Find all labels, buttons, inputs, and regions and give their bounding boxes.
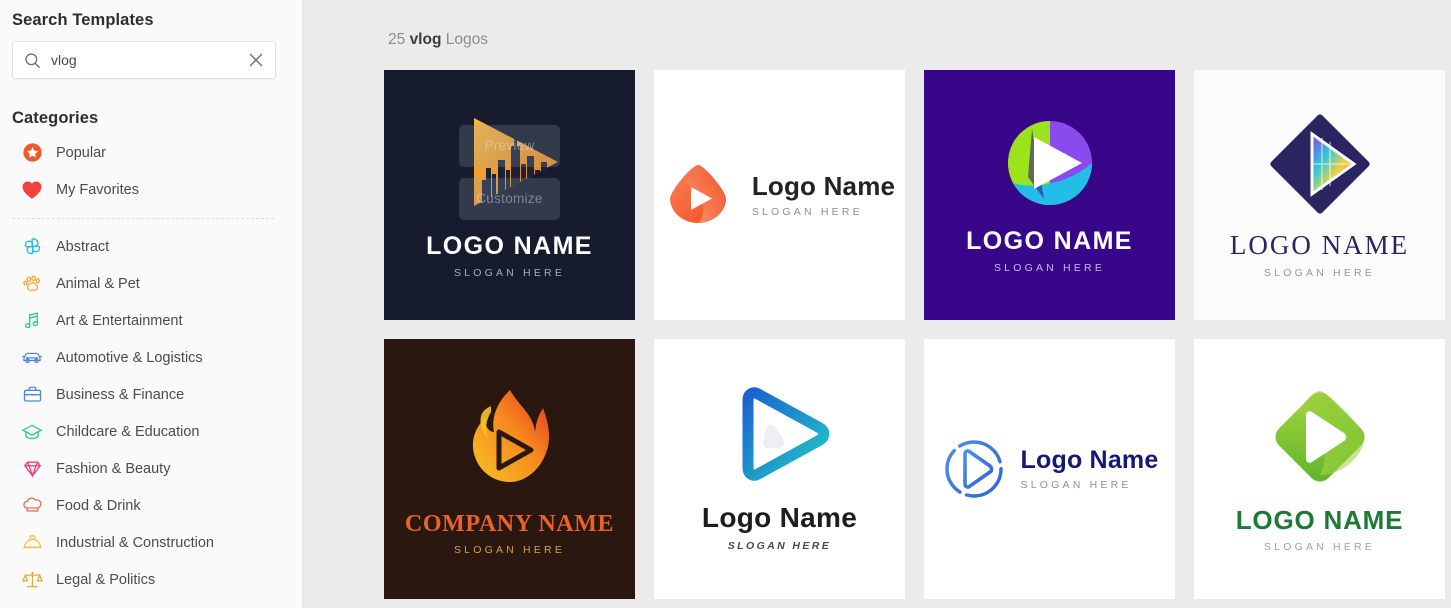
logo-slogan: SLOGAN HERE	[454, 545, 565, 556]
chef-hat-icon	[21, 495, 43, 517]
play-triangle-orange-icon	[664, 161, 732, 229]
music-note-icon	[21, 310, 43, 332]
briefcase-icon	[21, 384, 43, 406]
search-section	[0, 30, 302, 79]
paw-print-icon	[21, 273, 43, 295]
play-flame-icon	[461, 382, 559, 492]
template-grid: LOGO NAME SLOGAN HERE Preview Customize	[384, 70, 1451, 599]
sidebar-item-childcare-education[interactable]: Childcare & Education	[0, 413, 302, 450]
sidebar-item-label: Food & Drink	[56, 498, 141, 514]
template-card[interactable]: LOGO NAME SLOGAN HERE Preview Customize	[384, 70, 635, 320]
logo-slogan: SLOGAN HERE	[1264, 268, 1375, 279]
graduation-cap-icon	[21, 421, 43, 443]
sidebar-item-label: Art & Entertainment	[56, 313, 183, 329]
logo-name: COMPANY NAME	[405, 512, 614, 536]
play-triangle-outline-blue-icon	[728, 386, 832, 482]
sidebar-item-label: Abstract	[56, 239, 109, 255]
play-diamond-gradient-icon	[1268, 112, 1372, 216]
results-keyword: vlog	[410, 31, 442, 48]
sidebar: Search Templates Categories	[0, 0, 303, 608]
sidebar-item-label: Animal & Pet	[56, 276, 140, 292]
logo-name: Logo Name	[1021, 448, 1159, 473]
play-circle-multicolor-icon	[1004, 117, 1096, 209]
logo-name: LOGO NAME	[1230, 232, 1409, 259]
sidebar-item-fashion-beauty[interactable]: Fashion & Beauty	[0, 450, 302, 487]
sidebar-divider	[12, 218, 274, 219]
play-diamond-green-icon	[1268, 385, 1372, 489]
close-icon[interactable]	[247, 51, 265, 69]
category-list: Popular My Favorites	[0, 128, 302, 598]
logo-name: Logo Name	[752, 173, 895, 199]
card-hover-overlay: Preview Customize	[384, 70, 635, 320]
customize-button[interactable]: Customize	[459, 178, 560, 220]
sidebar-item-label: Automotive & Logistics	[56, 350, 203, 366]
results-count: 25	[388, 31, 405, 48]
sidebar-item-food-drink[interactable]: Food & Drink	[0, 487, 302, 524]
logo-name: LOGO NAME	[966, 229, 1133, 254]
sidebar-item-animal-pet[interactable]: Animal & Pet	[0, 265, 302, 302]
search-input[interactable]	[51, 52, 247, 68]
template-browser-app: Search Templates Categories	[0, 0, 1451, 608]
logo-name: LOGO NAME	[1236, 507, 1404, 533]
scales-of-justice-icon	[21, 569, 43, 591]
search-icon	[24, 52, 41, 69]
sidebar-item-art-entertainment[interactable]: Art & Entertainment	[0, 302, 302, 339]
sidebar-item-label: My Favorites	[56, 182, 139, 198]
results-summary: 25 vlog Logos	[303, 0, 1451, 49]
sidebar-item-label: Legal & Politics	[56, 572, 155, 588]
abstract-pinwheel-icon	[21, 236, 43, 258]
categories-heading: Categories	[0, 79, 302, 128]
search-box[interactable]	[12, 41, 276, 79]
template-card[interactable]: Logo Name SLOGAN HERE	[924, 339, 1175, 599]
logo-slogan: SLOGAN HERE	[728, 541, 831, 552]
sidebar-item-abstract[interactable]: Abstract	[0, 228, 302, 265]
results-suffix: Logos	[446, 31, 488, 48]
diamond-gem-icon	[21, 458, 43, 480]
sidebar-item-legal-politics[interactable]: Legal & Politics	[0, 561, 302, 598]
sidebar-item-label: Fashion & Beauty	[56, 461, 170, 477]
page-title: Search Templates	[0, 0, 302, 30]
logo-slogan: SLOGAN HERE	[994, 263, 1105, 274]
sidebar-item-automotive-logistics[interactable]: Automotive & Logistics	[0, 339, 302, 376]
preview-button[interactable]: Preview	[459, 125, 560, 167]
main-content: 25 vlog Logos	[303, 0, 1451, 608]
template-card[interactable]: LOGO NAME SLOGAN HERE	[924, 70, 1175, 320]
sidebar-item-industrial-construction[interactable]: Industrial & Construction	[0, 524, 302, 561]
sidebar-item-popular[interactable]: Popular	[0, 134, 302, 171]
car-icon	[21, 347, 43, 369]
logo-slogan: SLOGAN HERE	[1021, 480, 1132, 491]
play-circle-outline-blue-icon	[941, 436, 1007, 502]
sidebar-item-my-favorites[interactable]: My Favorites	[0, 171, 302, 208]
template-card[interactable]: Logo Name SLOGAN HERE	[654, 70, 905, 320]
template-card[interactable]: LOGO NAME SLOGAN HERE	[1194, 339, 1445, 599]
logo-slogan: SLOGAN HERE	[1264, 542, 1375, 553]
star-badge-icon	[21, 142, 43, 164]
logo-name: Logo Name	[702, 504, 857, 532]
template-card[interactable]: LOGO NAME SLOGAN HERE	[1194, 70, 1445, 320]
sidebar-item-label: Childcare & Education	[56, 424, 199, 440]
sidebar-item-label: Industrial & Construction	[56, 535, 214, 551]
logo-slogan: SLOGAN HERE	[752, 207, 863, 218]
template-card[interactable]: Logo Name SLOGAN HERE	[654, 339, 905, 599]
sidebar-item-label: Business & Finance	[56, 387, 184, 403]
sidebar-item-business-finance[interactable]: Business & Finance	[0, 376, 302, 413]
sidebar-item-label: Popular	[56, 145, 106, 161]
hard-hat-icon	[21, 532, 43, 554]
template-card[interactable]: COMPANY NAME SLOGAN HERE	[384, 339, 635, 599]
heart-icon	[21, 179, 43, 201]
